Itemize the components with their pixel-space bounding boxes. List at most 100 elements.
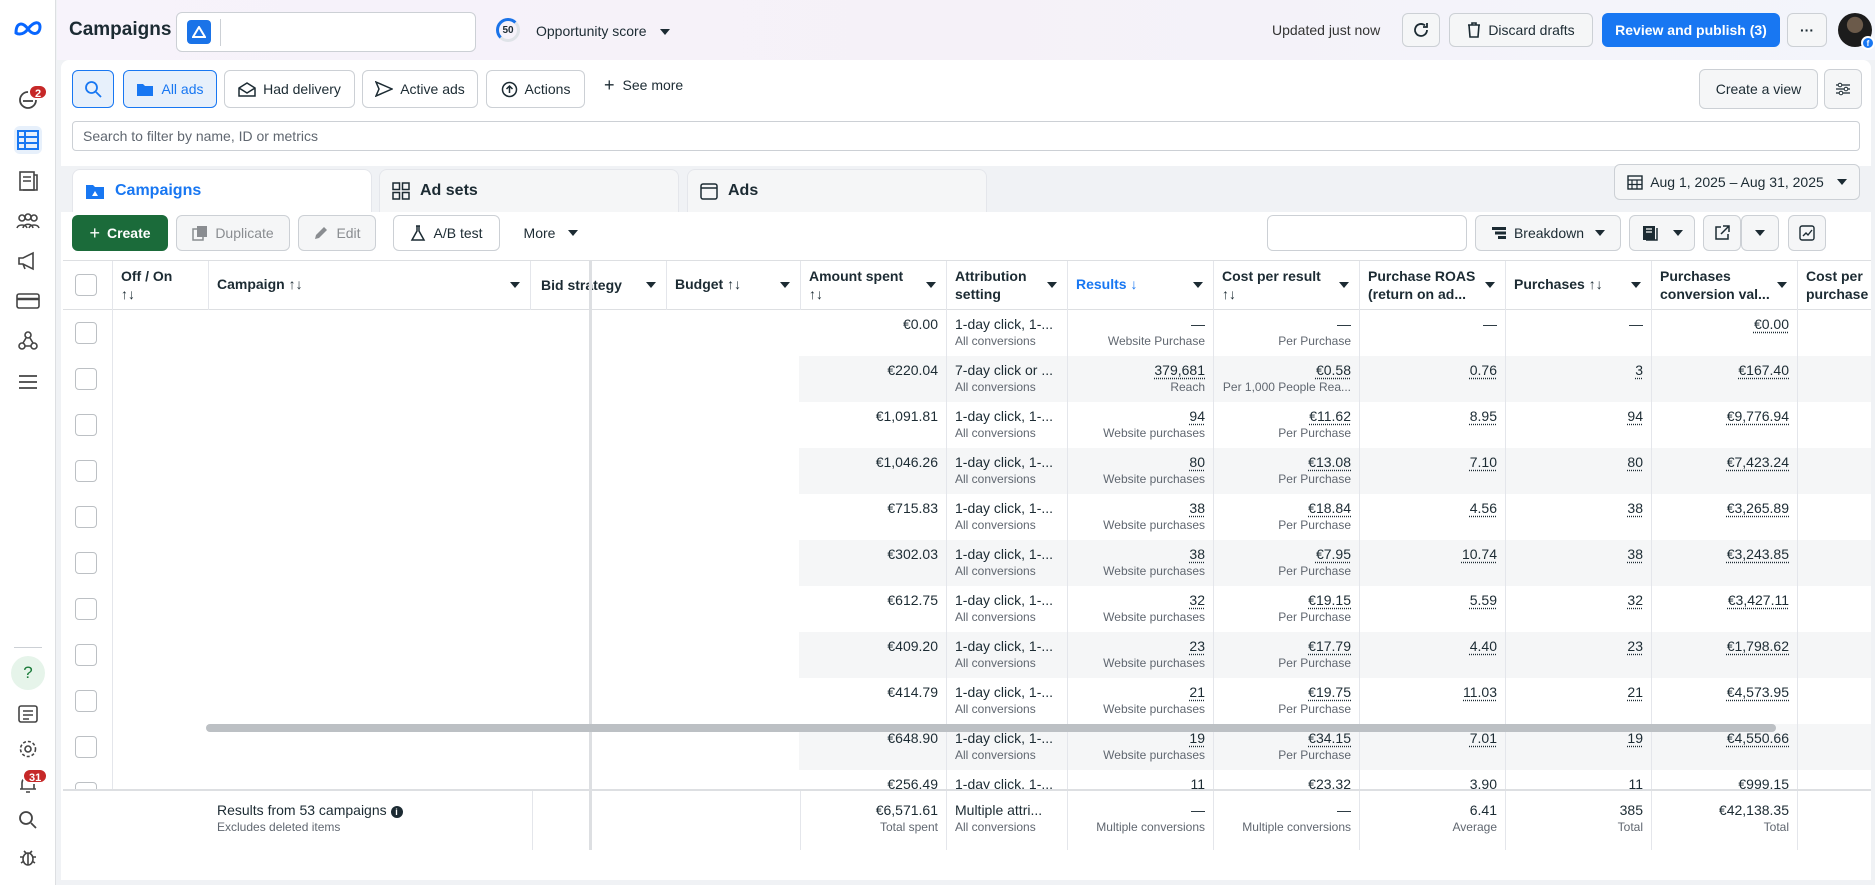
row-checkbox[interactable]	[75, 414, 97, 436]
results-value[interactable]: 21	[1076, 683, 1205, 701]
cpr-value[interactable]: €17.79	[1222, 637, 1351, 655]
search-toggle-button[interactable]	[72, 70, 114, 108]
row-checkbox[interactable]	[75, 598, 97, 620]
column-header-amount-spent[interactable]: Amount spent ↑↓	[801, 261, 947, 310]
pcv-value[interactable]: €0.00	[1660, 315, 1789, 333]
help-icon[interactable]: ?	[11, 656, 45, 690]
edit-button[interactable]: Edit	[298, 215, 376, 251]
row-checkbox[interactable]	[75, 690, 97, 712]
filter-settings-button[interactable]	[1824, 69, 1862, 109]
see-more-filters-button[interactable]: + See more	[604, 68, 683, 102]
table-row[interactable]: €220.04 7-day click or ... All conversions…	[63, 356, 1871, 402]
row-checkbox[interactable]	[75, 736, 97, 758]
column-header-attribution[interactable]: Attribution setting	[947, 261, 1068, 310]
pcv-value[interactable]: €4,573.95	[1660, 683, 1789, 701]
purchases-value[interactable]: 21	[1514, 683, 1643, 701]
roas-value[interactable]: 5.59	[1368, 591, 1497, 609]
row-checkbox[interactable]	[75, 460, 97, 482]
export-options-dropdown[interactable]	[1741, 215, 1779, 251]
purchases-value[interactable]: 38	[1514, 499, 1643, 517]
cpr-value[interactable]: €7.95	[1222, 545, 1351, 563]
create-button[interactable]: + Create	[72, 215, 168, 251]
audiences-icon[interactable]	[14, 207, 42, 235]
table-row[interactable]: €612.75 1-day click, 1-... All conversions…	[63, 586, 1871, 632]
row-checkbox[interactable]	[75, 368, 97, 390]
roas-value[interactable]: 10.74	[1368, 545, 1497, 563]
purchases-value[interactable]: 23	[1514, 637, 1643, 655]
billing-card-icon[interactable]	[14, 287, 42, 315]
purchases-value[interactable]: 38	[1514, 545, 1643, 563]
review-and-publish-button[interactable]: Review and publish (3)	[1602, 13, 1780, 47]
pcv-value[interactable]: €167.40	[1660, 361, 1789, 379]
column-header-budget[interactable]: Budget ↑↓	[667, 261, 801, 310]
filter-active-ads[interactable]: Active ads	[362, 70, 478, 108]
tab-ad-sets[interactable]: Ad sets	[379, 169, 679, 212]
row-checkbox[interactable]	[75, 644, 97, 666]
filter-had-delivery[interactable]: Had delivery	[224, 70, 355, 108]
table-row[interactable]: €0.00 1-day click, 1-... All conversions — W…	[63, 310, 1871, 356]
table-row[interactable]: €1,091.81 1-day click, 1-... All conversio…	[63, 402, 1871, 448]
avatar[interactable]: f	[1838, 13, 1875, 50]
select-all-checkbox[interactable]	[75, 274, 97, 296]
column-header-purchases[interactable]: Purchases ↑↓	[1506, 261, 1652, 310]
table-row[interactable]: €1,046.26 1-day click, 1-... All conversio…	[63, 448, 1871, 494]
results-value[interactable]: 32	[1076, 591, 1205, 609]
results-value[interactable]: 38	[1076, 545, 1205, 563]
filter-actions[interactable]: Actions	[486, 70, 585, 108]
column-header-campaign[interactable]: Campaign ↑↓	[209, 261, 531, 310]
news-feed-icon[interactable]	[14, 700, 42, 728]
all-tools-menu-icon[interactable]	[14, 368, 42, 396]
info-icon[interactable]: i	[390, 806, 403, 818]
search-icon[interactable]	[14, 806, 42, 834]
duplicate-button[interactable]: Duplicate	[176, 215, 290, 251]
table-row[interactable]: €414.79 1-day click, 1-... All conversions…	[63, 678, 1871, 724]
column-header-purchases-conversion-value[interactable]: Purchases conversion val...	[1652, 261, 1798, 310]
cpr-value[interactable]: €19.15	[1222, 591, 1351, 609]
tab-campaigns[interactable]: Campaigns	[72, 169, 372, 212]
cpr-value[interactable]: €18.84	[1222, 499, 1351, 517]
roas-value[interactable]: 0.76	[1368, 361, 1497, 379]
filter-all-ads[interactable]: All ads	[123, 70, 217, 108]
pcv-value[interactable]: €9,776.94	[1660, 407, 1789, 425]
search-input[interactable]: Search to filter by name, ID or metrics	[72, 121, 1860, 151]
ad-account-selector[interactable]	[176, 12, 476, 52]
results-value[interactable]: 94	[1076, 407, 1205, 425]
results-value[interactable]: 23	[1076, 637, 1205, 655]
opportunity-score-dropdown[interactable]: Opportunity score	[536, 23, 671, 39]
roas-value[interactable]: 7.10	[1368, 453, 1497, 471]
campaigns-table-icon[interactable]	[14, 126, 42, 154]
cpr-value[interactable]: €0.58	[1222, 361, 1351, 379]
column-header-cost-per-result[interactable]: Cost per result ↑↓	[1214, 261, 1360, 310]
column-header-bid-strategy[interactable]: Bid strategy	[533, 261, 667, 310]
table-row[interactable]: €302.03 1-day click, 1-... All conversions…	[63, 540, 1871, 586]
events-manager-icon[interactable]	[14, 327, 42, 355]
advertising-megaphone-icon[interactable]	[14, 247, 42, 275]
cpr-value[interactable]: €19.75	[1222, 683, 1351, 701]
charts-toggle-button[interactable]	[1788, 215, 1826, 251]
horizontal-scrollbar[interactable]	[206, 724, 1776, 732]
ab-test-button[interactable]: A/B test	[393, 215, 500, 251]
settings-gear-icon[interactable]	[14, 735, 42, 763]
pcv-value[interactable]: €7,423.24	[1660, 453, 1789, 471]
row-checkbox[interactable]	[75, 552, 97, 574]
discard-drafts-button[interactable]: Discard drafts	[1449, 13, 1593, 47]
results-value[interactable]: 38	[1076, 499, 1205, 517]
results-value[interactable]: 379,681	[1076, 361, 1205, 379]
purchases-value[interactable]: 80	[1514, 453, 1643, 471]
table-search-field[interactable]	[1267, 215, 1467, 251]
export-button[interactable]	[1703, 215, 1741, 251]
cpr-value[interactable]: €11.62	[1222, 407, 1351, 425]
column-header-results[interactable]: Results ↓	[1068, 261, 1214, 310]
column-header-off-on[interactable]: Off / On ↑↓	[113, 261, 209, 310]
column-header-cost-per-purchase[interactable]: Cost per purchase	[1798, 261, 1871, 310]
cpr-value[interactable]: €13.08	[1222, 453, 1351, 471]
roas-value[interactable]: 11.03	[1368, 683, 1497, 701]
breakdown-dropdown[interactable]: Breakdown	[1475, 215, 1621, 251]
pcv-value[interactable]: €3,265.89	[1660, 499, 1789, 517]
refresh-button[interactable]	[1402, 13, 1440, 47]
pcv-value[interactable]: €3,243.85	[1660, 545, 1789, 563]
report-bug-icon[interactable]	[14, 843, 42, 871]
roas-value[interactable]: 8.95	[1368, 407, 1497, 425]
roas-value[interactable]: 4.56	[1368, 499, 1497, 517]
pcv-value[interactable]: €1,798.62	[1660, 637, 1789, 655]
